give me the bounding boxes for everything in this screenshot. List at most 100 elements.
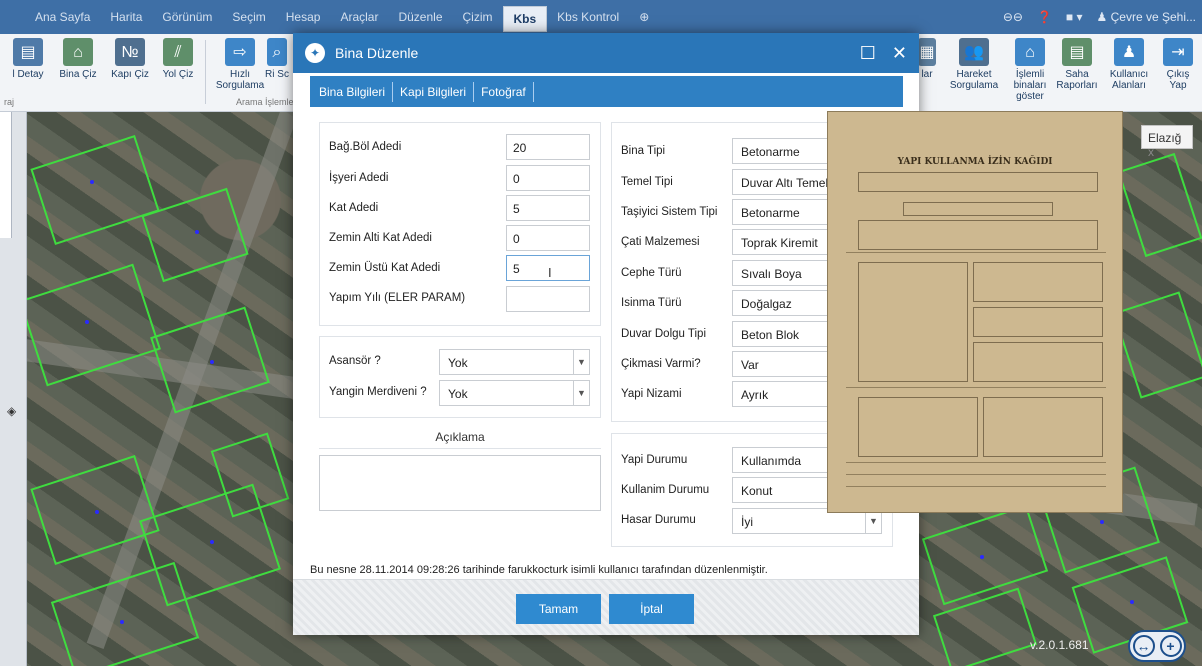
ribbon-group-arama: Arama İşlemleri [236,97,299,107]
zoom-in-icon[interactable]: + [1159,635,1182,657]
select-value: Doğalgaz [741,297,792,311]
close-icon[interactable]: x [1148,145,1154,159]
field-label: Çati Malzemesi [621,236,700,248]
menu-ana-sayfa[interactable]: Ana Sayfa [25,0,100,34]
menu-hesap[interactable]: Hesap [276,0,331,34]
dialog-title: Bina Düzenle [335,45,419,61]
help-icon[interactable]: ❓ [1037,10,1052,24]
report-icon: ▤ [1062,38,1092,66]
ribbon-label: Kapı Çiz [111,69,149,80]
ribbon-lar-button[interactable]: ▦ lar [917,38,937,80]
kat-adedi-input[interactable]: 5 [506,195,590,221]
field-label: Yangin Merdiveni ? [329,386,427,398]
field-label: Bina Tipi [621,145,666,157]
yangin-merdiveni-select[interactable]: Yok ▼ [439,380,590,406]
scan-box [903,202,1053,216]
tab-fotograf[interactable]: Fotoğraf [474,81,534,102]
select-value: Duvar Altı Temel [741,176,829,190]
city-label[interactable]: Elazığ x [1141,125,1193,159]
home-check-icon: ⌂ [1015,38,1045,66]
glasses-icon[interactable]: ⊖⊖ [1003,10,1023,24]
search-icon: ⌕ [267,38,287,66]
add-tab-icon[interactable]: ⊕ [629,0,659,34]
aciklama-textarea[interactable] [319,455,601,511]
flag-icon[interactable]: ■ ▾ [1066,10,1083,24]
scan-box [983,397,1103,457]
door-number-icon: № [115,38,145,66]
close-icon[interactable]: ✕ [892,43,907,64]
hizli-sorgulama-button[interactable]: ⇨ Hızlı Sorgulama [212,38,268,91]
detail-icon: ▤ [13,38,43,66]
bina-ciz-button[interactable]: ⌂ Bina Çiz [50,38,106,80]
user-menu[interactable]: ♟ Çevre ve Şehi... [1097,10,1196,24]
ri-sc-button[interactable]: ⌕ Ri Sc [262,38,292,80]
ribbon-label: Hızlı Sorgulama [215,69,265,91]
hareket-sorgulama-button[interactable]: 👥 Hareket Sorgulama [945,38,1003,91]
chevron-down-icon: ▼ [573,350,589,374]
dialog-titlebar: ✦ Bina Düzenle ☐ ✕ [293,33,919,73]
tamam-button[interactable]: Tamam [516,594,601,624]
layers-toggle-icon[interactable]: ◈ [7,404,16,418]
user-icon: ♟ [1096,10,1111,24]
bina-duzenle-dialog: ✦ Bina Düzenle ☐ ✕ Bina Bilgileri Kapi B… [293,33,919,635]
ribbon-label: Hareket Sorgulama [949,69,999,91]
asansor-select[interactable]: Yok ▼ [439,349,590,375]
menu-duzenle[interactable]: Düzenle [388,0,452,34]
menu-cizim[interactable]: Çizim [453,0,503,34]
field-label: Kat Adedi [329,202,379,214]
ribbon-group-label: raj [4,97,15,107]
zemin-alti-kat-input[interactable]: 0 [506,225,590,251]
menu-harita[interactable]: Harita [100,0,152,34]
text-cursor-icon: I [548,265,552,280]
menu-gorunum[interactable]: Görünüm [152,0,222,34]
scan-line [846,252,1106,253]
menu-araclar[interactable]: Araçlar [330,0,388,34]
ribbon-label: İşlemli binaları göster [1013,69,1047,102]
select-value: İyi [741,515,753,529]
field-label: Isinma Türü [621,297,682,309]
iptal-button[interactable]: İptal [609,594,694,624]
scan-box [858,397,978,457]
menu-kbs[interactable]: Kbs [502,6,548,32]
scan-line [846,387,1106,388]
scan-line [846,486,1106,487]
menu-secim[interactable]: Seçim [222,0,275,34]
audit-note: Bu nesne 28.11.2014 09:28:26 tarihinde f… [310,564,768,576]
field-label: Zemin Alti Kat Adedi [329,232,432,244]
saha-raporlari-button[interactable]: ▤ Saha Raporları [1055,38,1099,91]
users-icon: 👥 [959,38,989,66]
field-label: Çikmasi Varmi? [621,358,701,370]
app-logo-icon: ✦ [305,43,325,63]
tab-kapi-bilgileri[interactable]: Kapi Bilgileri [393,81,475,102]
scan-header: YAPI KULLANMA İZİN KAĞIDI [897,157,1053,167]
select-value: Kullanımda [741,454,802,468]
select-value: Yok [448,387,468,401]
isyeri-adedi-input[interactable]: 0 [506,165,590,191]
yapim-yili-input[interactable] [506,286,590,312]
maximize-icon[interactable]: ☐ [860,43,876,64]
kullanici-alanlari-button[interactable]: ♟ Kullanıcı Alanları [1104,38,1154,91]
field-label: İşyeri Adedi [329,172,389,184]
ribbon-detay-button[interactable]: ▤ l Detay [0,38,56,80]
user-area-icon: ♟ [1114,38,1144,66]
ribbon-label: Saha Raporları [1056,69,1098,91]
pan-icon[interactable]: ↔ [1132,635,1155,657]
menu-kbs-kontrol[interactable]: Kbs Kontrol [547,0,629,34]
field-label: Duvar Dolgu Tipi [621,328,707,340]
query-icon: ⇨ [225,38,255,66]
field-label: Kullanim Durumu [621,484,710,496]
tab-bina-bilgileri[interactable]: Bina Bilgileri [312,81,394,102]
select-value: Ayrık [741,388,769,402]
islemli-binalar-button[interactable]: ⌂ İşlemli binaları göster [1005,38,1055,102]
select-value: Sıvalı Boya [741,267,802,281]
yol-ciz-button[interactable]: ⫽ Yol Çiz [150,38,206,80]
ribbon-divider [205,40,206,104]
select-value: Yok [448,356,468,370]
field-label: Yapım Yılı (ELER PARAM) [329,292,466,304]
cikis-yap-button[interactable]: ⇥ Çıkış Yap [1158,38,1198,91]
field-label: Taşiyici Sistem Tipi [621,206,718,218]
ribbon-label: Yol Çiz [162,69,194,80]
bag-bol-adedi-input[interactable]: 20 [506,134,590,160]
ribbon-label: lar [921,69,933,80]
scanned-permit-document[interactable]: YAPI KULLANMA İZİN KAĞIDI [827,111,1123,513]
